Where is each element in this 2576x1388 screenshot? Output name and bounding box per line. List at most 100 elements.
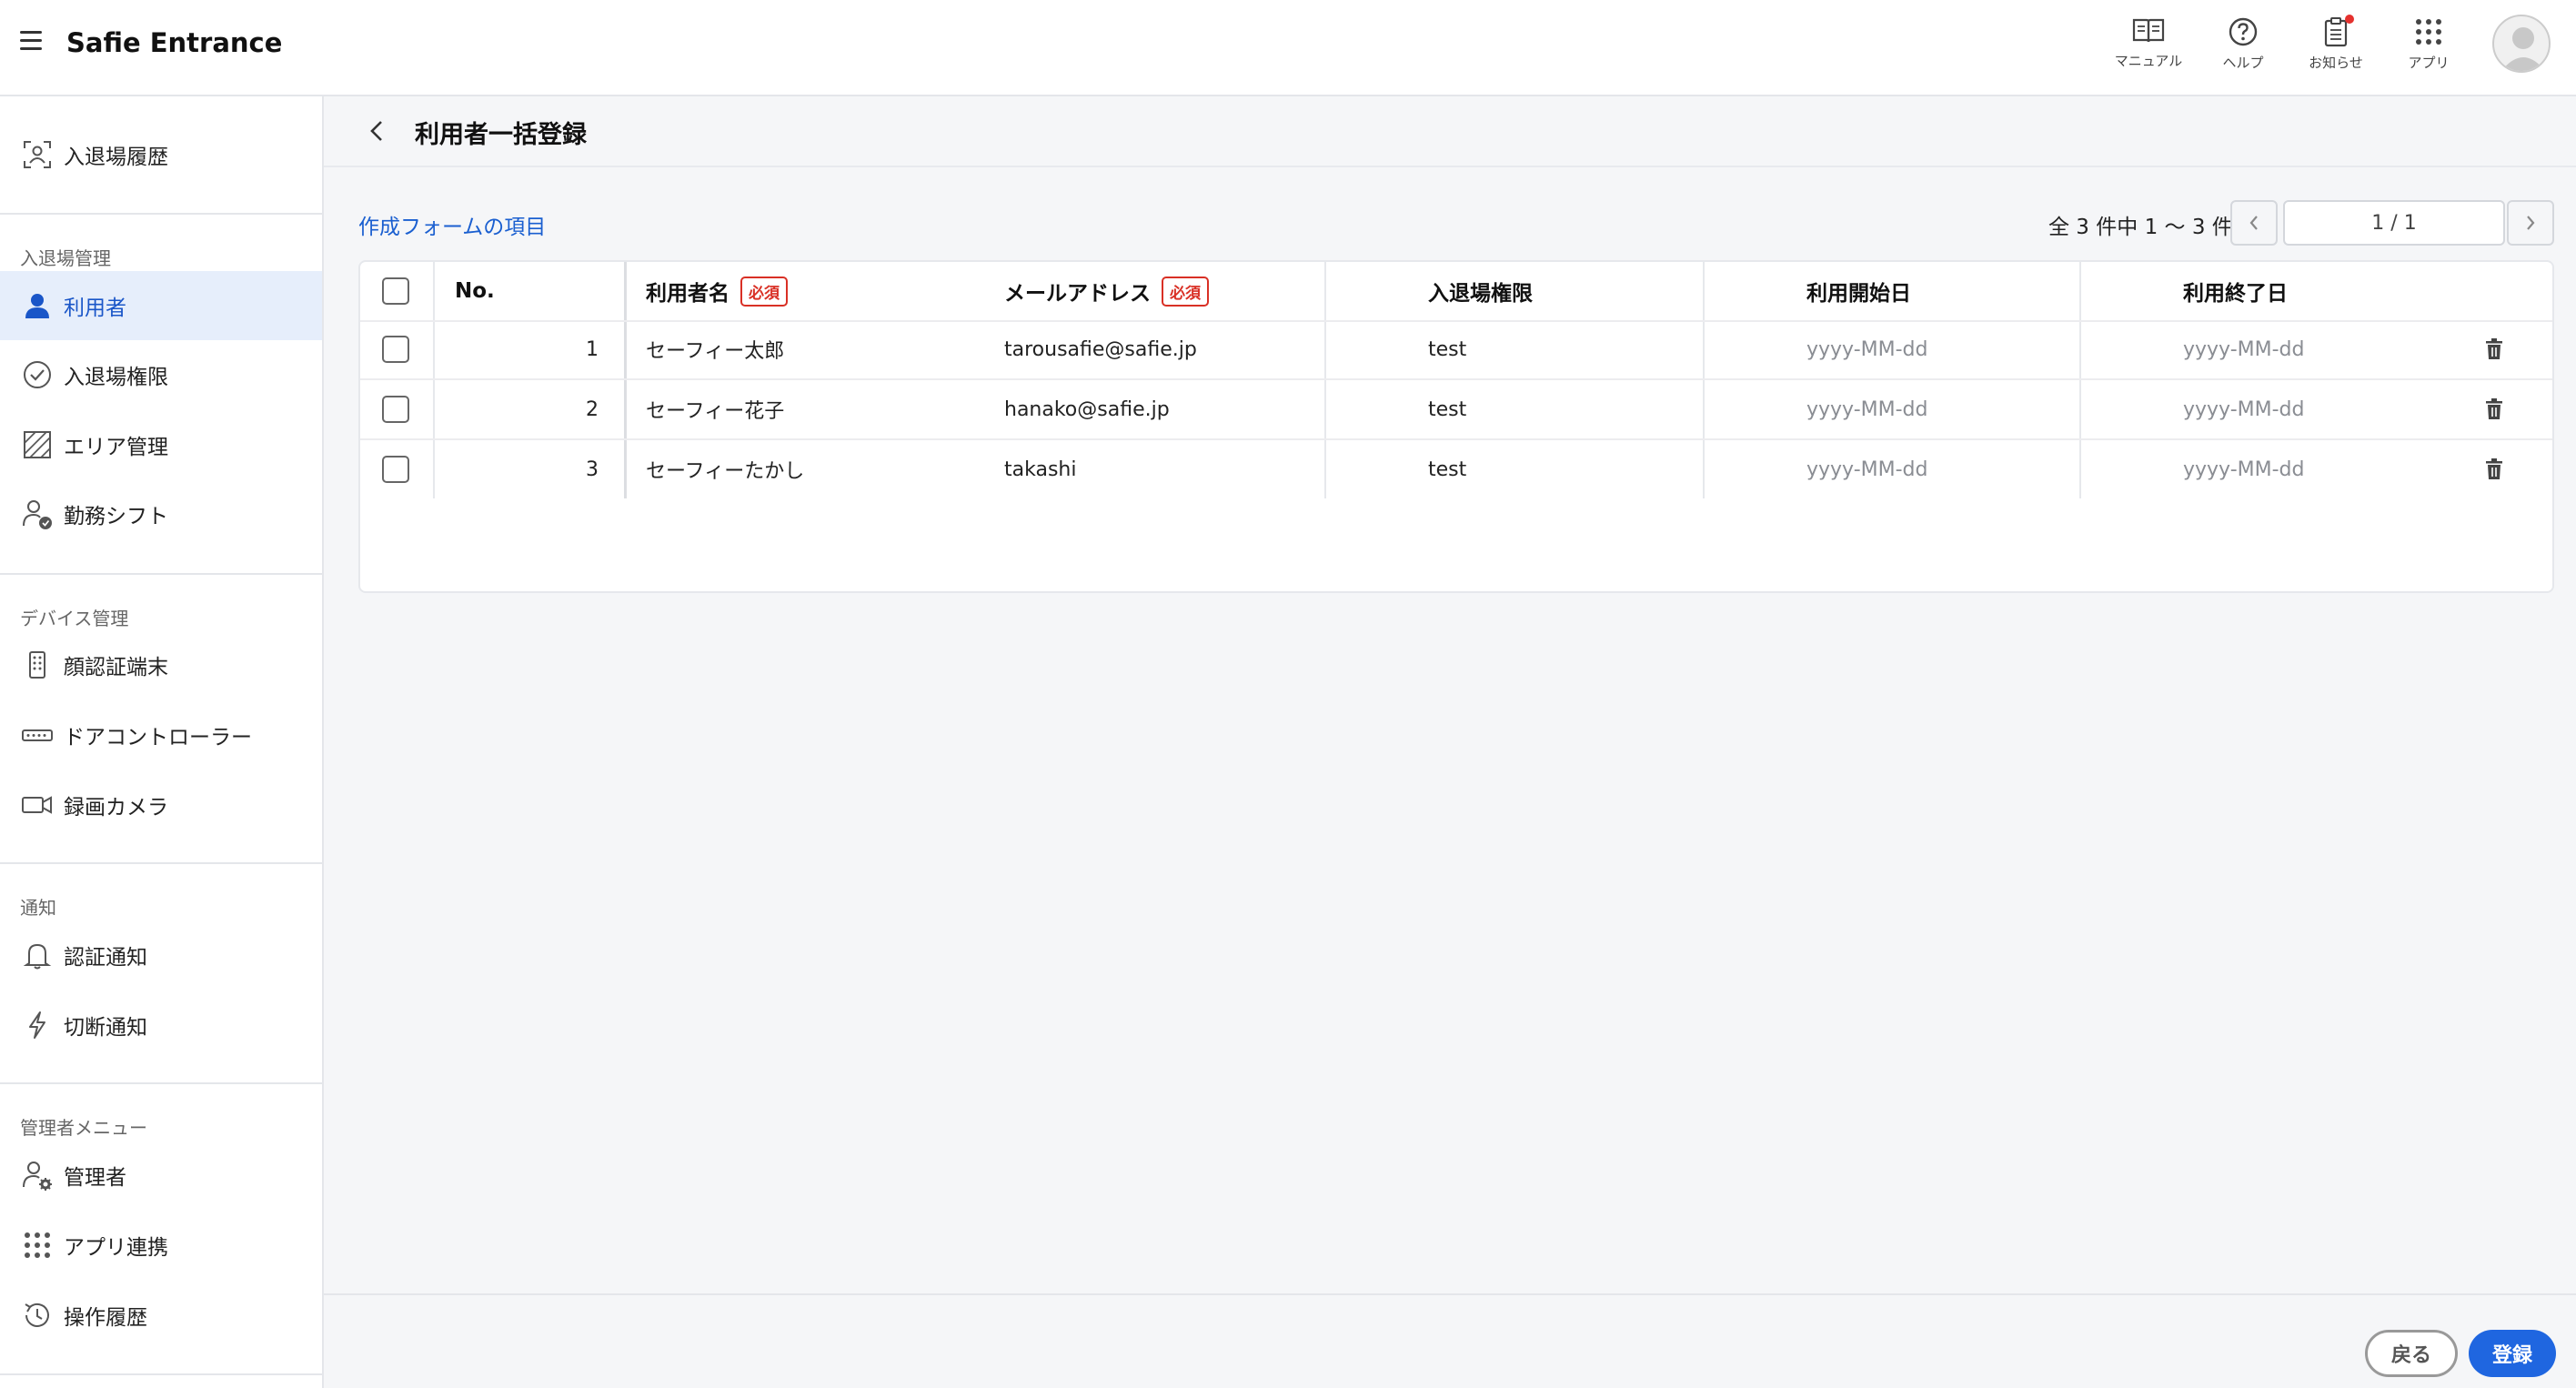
sidebar-item-shift[interactable]: 勤務シフト xyxy=(0,479,322,548)
sidebar-item-admin[interactable]: 管理者 xyxy=(0,1141,322,1210)
pagination-summary: 全 3 件中 1 〜 3 件 xyxy=(2048,216,2233,239)
trash-icon xyxy=(2486,338,2502,359)
sidebar-section-title: デバイス管理 xyxy=(20,608,129,629)
manual-button[interactable]: マニュアル xyxy=(2103,16,2194,80)
sidebar-item-entry-history[interactable]: 入退場履歴 xyxy=(0,120,322,189)
row-start-date[interactable]: yyyy-MM-dd xyxy=(1806,440,1927,498)
row-name[interactable]: セーフィーたかし xyxy=(646,440,804,498)
sidebar-section-title: 入退場管理 xyxy=(20,247,111,269)
manual-label: マニュアル xyxy=(2114,53,2183,69)
face-device-icon xyxy=(20,648,55,682)
user-table: No. 利用者名 必須 メールアドレス 必須 入退場権限 利用開始日 利用終了日… xyxy=(358,260,2554,593)
entry-history-icon xyxy=(20,137,55,172)
sidebar-item-label: エリア管理 xyxy=(64,436,168,459)
delete-row-button[interactable] xyxy=(2483,440,2505,498)
form-items-link[interactable]: 作成フォームの項目 xyxy=(358,209,546,240)
row-email[interactable]: hanako@safie.jp xyxy=(1004,380,1170,438)
camera-icon xyxy=(20,788,55,822)
sidebar-item-door-controller[interactable]: ドアコントローラー xyxy=(0,700,322,769)
sidebar-divider xyxy=(0,213,322,215)
row-end-date[interactable]: yyyy-MM-dd xyxy=(2183,440,2304,498)
top-bar: Safie Entrance マニュアル ヘルプ お知らせ アプリ xyxy=(0,0,2576,96)
row-email[interactable]: takashi xyxy=(1004,440,1076,498)
col-header-email: メールアドレス 必須 xyxy=(1004,262,1209,320)
trash-icon xyxy=(2486,398,2502,419)
sidebar-divider xyxy=(0,1373,322,1375)
row-no: 2 xyxy=(586,397,599,421)
sidebar: 入退場履歴 入退場管理 利用者 入退場権限 エリア管理 勤務シフト デバイス管理… xyxy=(0,96,324,1388)
delete-row-button[interactable] xyxy=(2483,320,2505,378)
sidebar-item-label: 顔認証端末 xyxy=(64,656,168,679)
col-header-name: 利用者名 必須 xyxy=(646,262,788,320)
row-name[interactable]: セーフィー花子 xyxy=(646,380,784,438)
delete-row-button[interactable] xyxy=(2483,380,2505,438)
sidebar-divider xyxy=(0,862,322,864)
col-header-no: No. xyxy=(455,279,495,303)
row-end-date[interactable]: yyyy-MM-dd xyxy=(2183,380,2304,438)
page-header: 利用者一括登録 xyxy=(324,96,2576,167)
apps-button[interactable]: アプリ xyxy=(2383,16,2474,80)
user-avatar[interactable] xyxy=(2492,15,2551,73)
sidebar-item-label: 管理者 xyxy=(64,1166,126,1190)
sidebar-item-auth-notify[interactable]: 認証通知 xyxy=(0,920,322,990)
sidebar-item-camera[interactable]: 録画カメラ xyxy=(0,770,322,840)
hamburger-menu-icon[interactable] xyxy=(20,31,42,51)
required-badge: 必須 xyxy=(740,276,788,307)
lightning-icon xyxy=(20,1008,55,1042)
back-chevron-icon[interactable] xyxy=(367,116,386,151)
avatar-person-icon xyxy=(2501,27,2545,71)
trash-icon xyxy=(2486,458,2502,479)
row-end-date[interactable]: yyyy-MM-dd xyxy=(2183,320,2304,378)
row-no: 3 xyxy=(586,458,599,481)
col-header-email-label: メールアドレス xyxy=(1004,282,1151,306)
user-icon xyxy=(20,288,55,323)
row-start-date[interactable]: yyyy-MM-dd xyxy=(1806,320,1927,378)
row-permission[interactable]: test xyxy=(1428,320,1466,378)
table-row: 1 セーフィー太郎 tarousafie@safie.jp test yyyy-… xyxy=(360,320,2552,380)
sidebar-item-label: 利用者 xyxy=(64,297,126,320)
register-button[interactable]: 登録 xyxy=(2469,1330,2556,1377)
row-permission[interactable]: test xyxy=(1428,440,1466,498)
sidebar-item-disconnect-notify[interactable]: 切断通知 xyxy=(0,991,322,1060)
sidebar-item-operation-history[interactable]: 操作履歴 xyxy=(0,1281,322,1350)
sidebar-divider xyxy=(0,1082,322,1084)
sidebar-item-label: アプリ連携 xyxy=(64,1236,168,1260)
notice-button[interactable]: お知らせ xyxy=(2290,15,2381,80)
sidebar-item-area[interactable]: エリア管理 xyxy=(0,410,322,479)
history-clock-icon xyxy=(20,1298,55,1333)
sidebar-section-title: 管理者メニュー xyxy=(20,1117,147,1139)
prev-page-button[interactable] xyxy=(2230,200,2278,246)
sidebar-item-app-integration[interactable]: アプリ連携 xyxy=(0,1211,322,1280)
col-header-name-label: 利用者名 xyxy=(646,282,730,306)
sidebar-item-users[interactable]: 利用者 xyxy=(0,271,322,340)
table-row: 2 セーフィー花子 hanako@safie.jp test yyyy-MM-d… xyxy=(360,380,2552,440)
col-header-start-date: 利用開始日 xyxy=(1806,282,1911,306)
sidebar-item-entry-permission[interactable]: 入退場権限 xyxy=(0,340,322,409)
row-email[interactable]: tarousafie@safie.jp xyxy=(1004,320,1197,378)
main-content: 利用者一括登録 作成フォームの項目 全 3 件中 1 〜 3 件 1 / 1 N… xyxy=(324,96,2576,1388)
row-permission[interactable]: test xyxy=(1428,380,1466,438)
row-name[interactable]: セーフィー太郎 xyxy=(646,320,784,378)
sidebar-item-label: ドアコントローラー xyxy=(64,726,252,749)
sidebar-section-title: 通知 xyxy=(20,897,56,919)
sidebar-item-label: 入退場権限 xyxy=(64,366,168,389)
row-no: 1 xyxy=(586,337,599,361)
row-checkbox[interactable] xyxy=(382,320,409,378)
row-checkbox[interactable] xyxy=(382,440,409,498)
notification-badge xyxy=(2345,15,2354,24)
back-button[interactable]: 戻る xyxy=(2365,1330,2458,1377)
row-checkbox[interactable] xyxy=(382,380,409,438)
row-start-date[interactable]: yyyy-MM-dd xyxy=(1806,380,1927,438)
sidebar-item-face-device[interactable]: 顔認証端末 xyxy=(0,630,322,699)
sidebar-item-label: 録画カメラ xyxy=(64,796,168,820)
next-page-button[interactable] xyxy=(2507,200,2554,246)
manual-book-icon xyxy=(2132,18,2165,43)
apps-label: アプリ xyxy=(2408,55,2450,71)
sidebar-item-label: 切断通知 xyxy=(64,1016,147,1040)
help-button[interactable]: ヘルプ xyxy=(2198,16,2289,80)
page-title: 利用者一括登録 xyxy=(415,121,587,149)
select-all-checkbox[interactable] xyxy=(382,262,409,320)
page-indicator[interactable]: 1 / 1 xyxy=(2283,200,2505,246)
sidebar-item-label: 操作履歴 xyxy=(64,1306,147,1330)
col-header-permission: 入退場権限 xyxy=(1428,282,1533,306)
